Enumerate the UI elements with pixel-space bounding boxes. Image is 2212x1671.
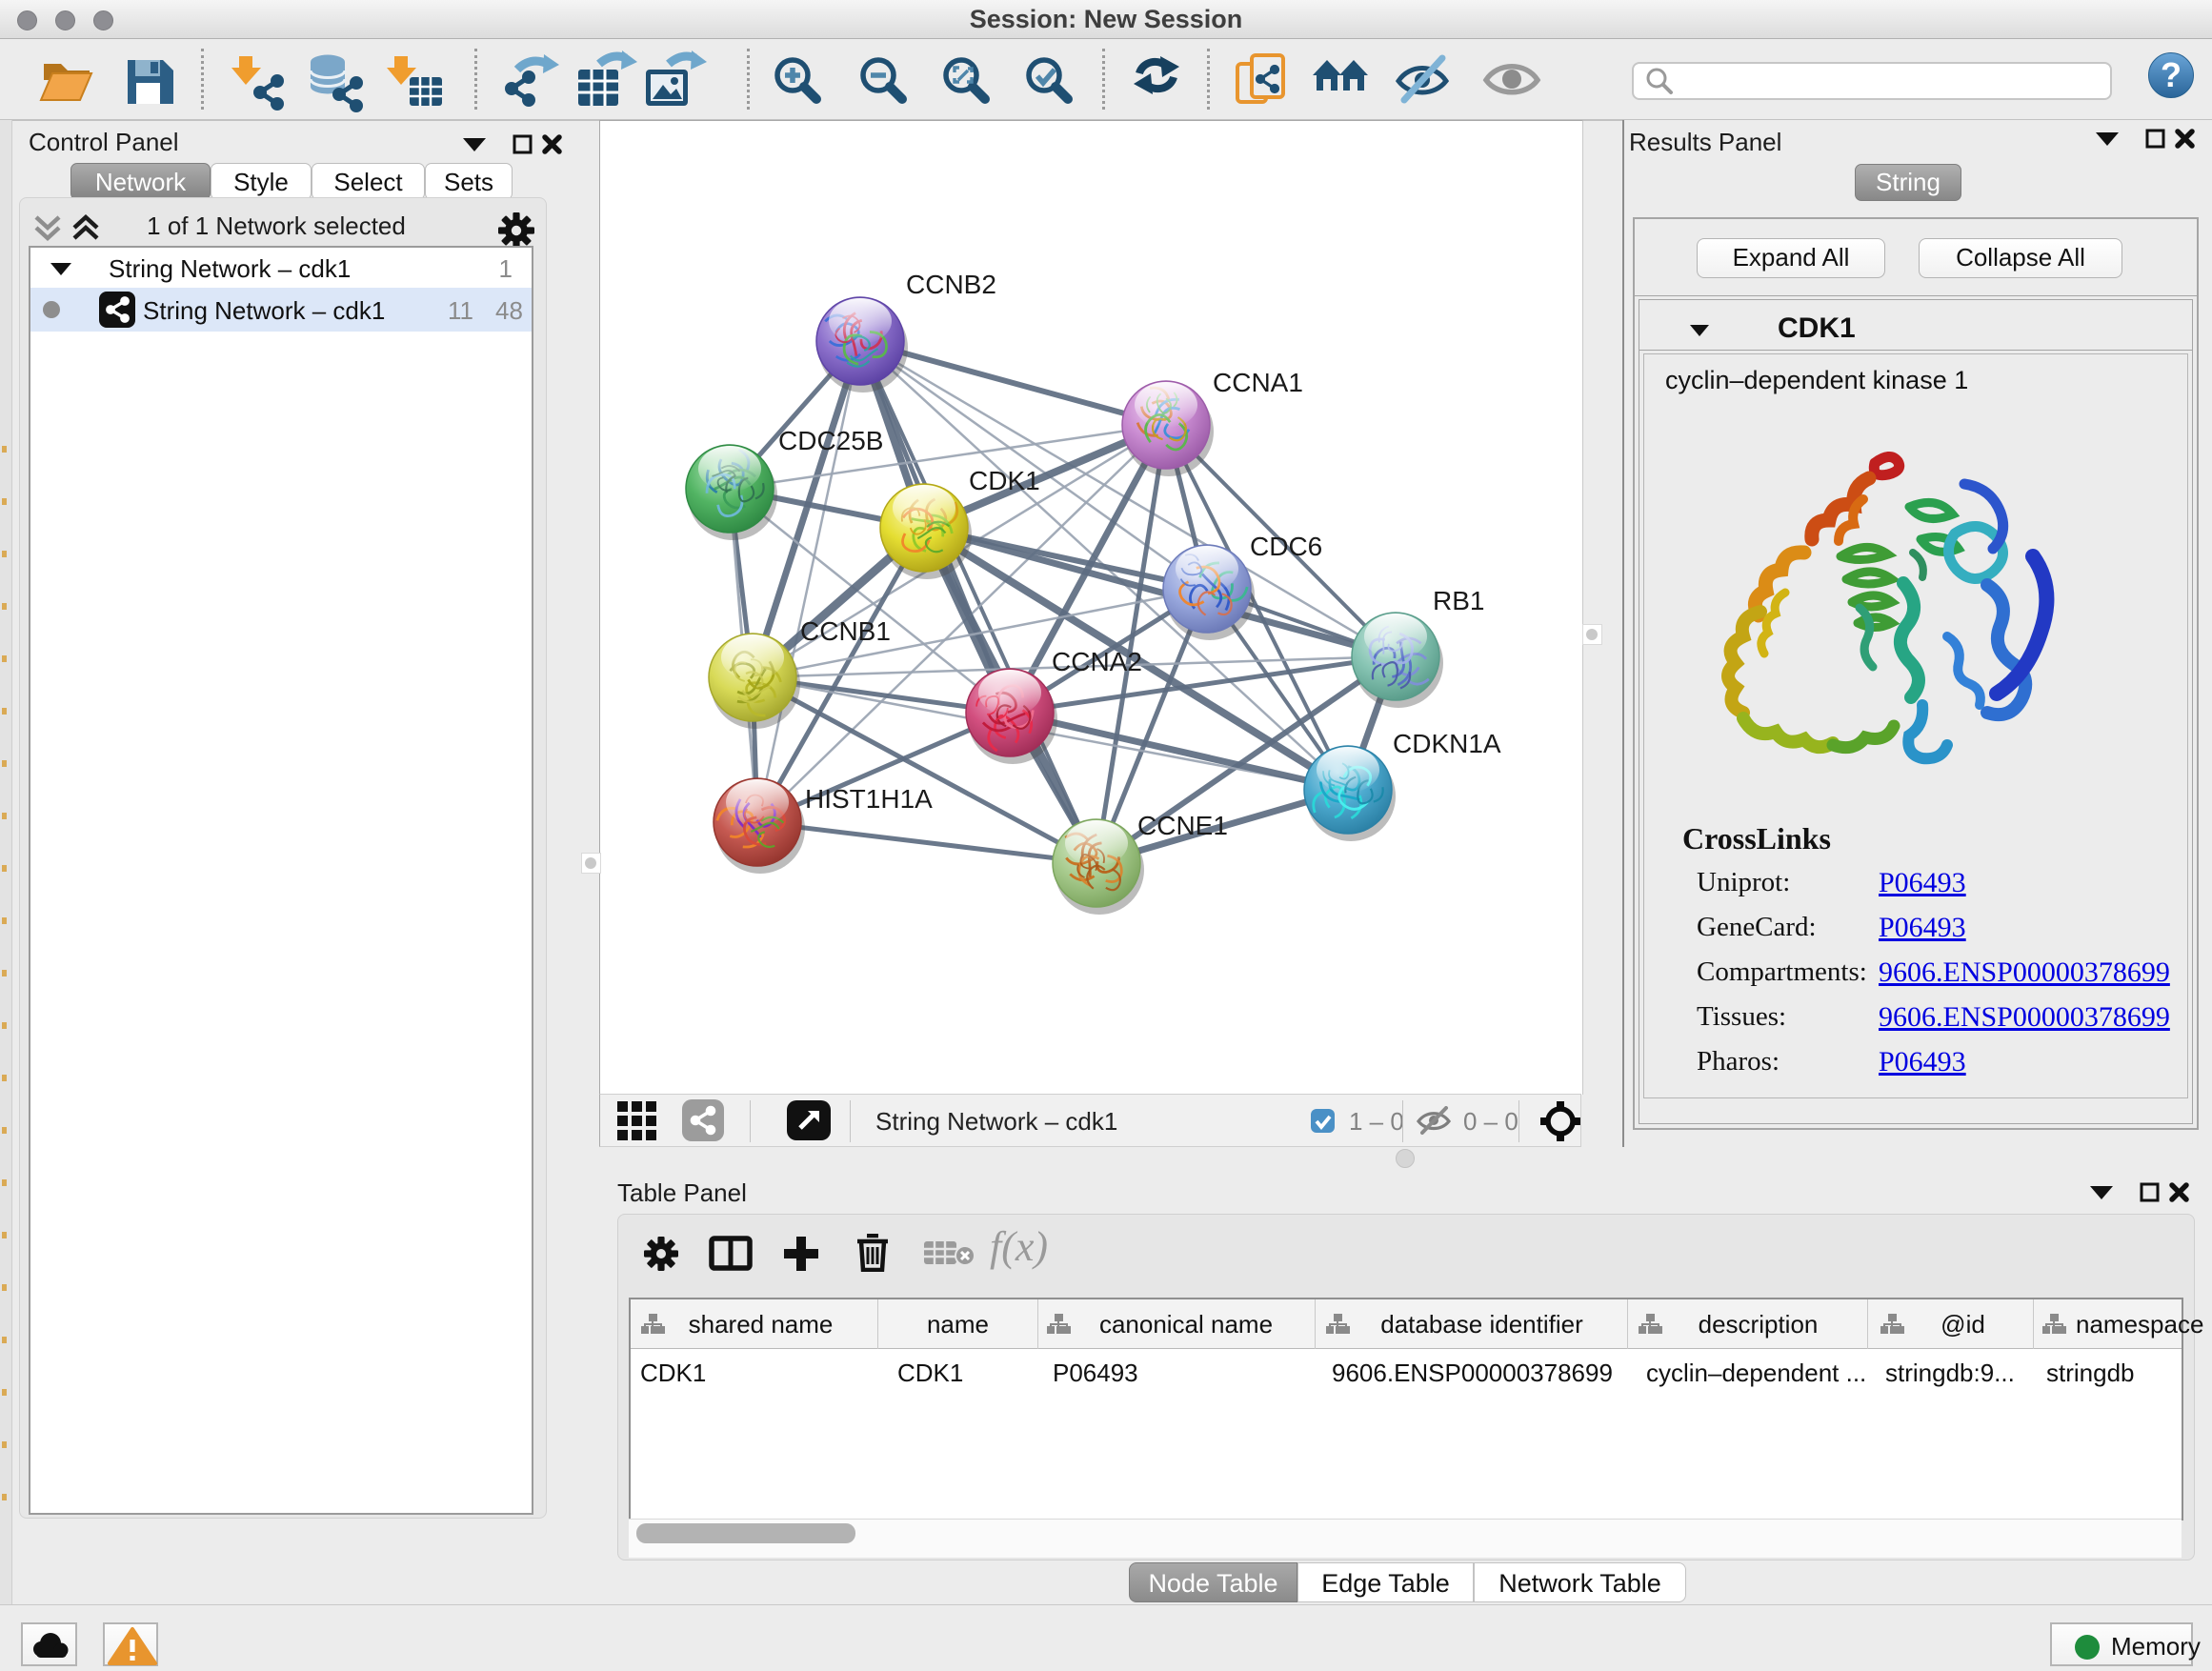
svg-text:CDC6: CDC6 xyxy=(1250,532,1322,561)
svg-text:CDC25B: CDC25B xyxy=(778,426,883,455)
svg-text:CCNA1: CCNA1 xyxy=(1213,368,1303,397)
svg-text:HIST1H1A: HIST1H1A xyxy=(805,784,933,814)
svg-text:CCNB1: CCNB1 xyxy=(800,616,891,646)
svg-text:CCNA2: CCNA2 xyxy=(1052,647,1142,676)
svg-text:?: ? xyxy=(2161,55,2182,94)
svg-text:CCNB2: CCNB2 xyxy=(906,270,996,299)
svg-text:CCNE1: CCNE1 xyxy=(1137,811,1228,840)
svg-text:CDKN1A: CDKN1A xyxy=(1393,729,1501,758)
svg-text:CDK1: CDK1 xyxy=(969,466,1040,495)
svg-text:RB1: RB1 xyxy=(1433,586,1484,615)
